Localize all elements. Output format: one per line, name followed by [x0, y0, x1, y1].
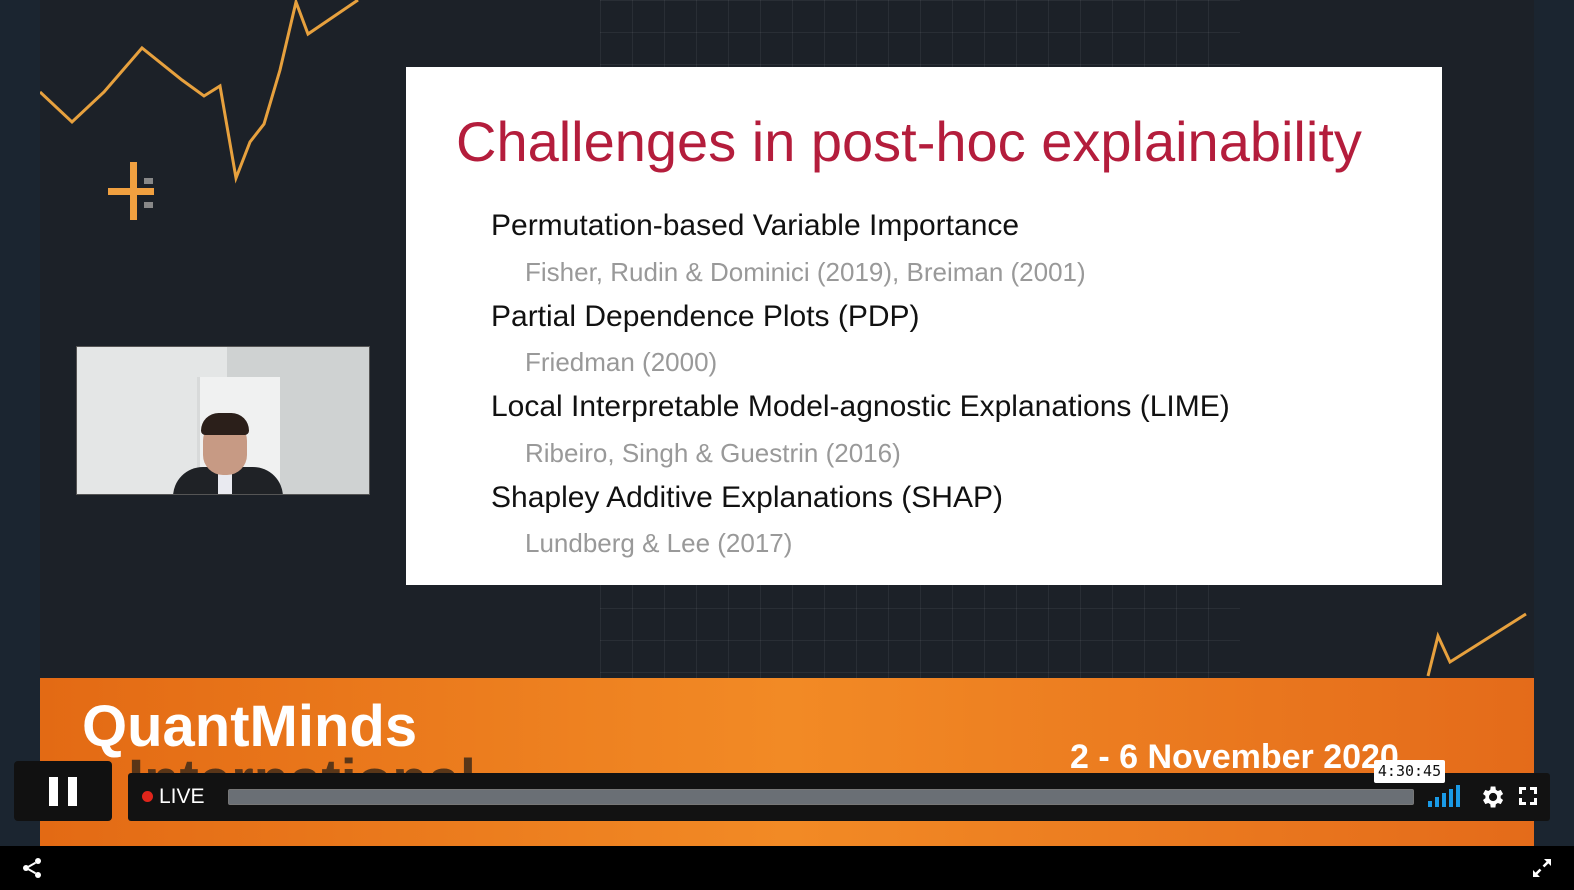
share-icon[interactable]	[20, 856, 44, 880]
slide-item-method: Permutation-based Variable Importance	[491, 209, 1020, 242]
expand-icon[interactable]	[1530, 856, 1554, 880]
progress-fill	[229, 790, 1413, 804]
gear-icon[interactable]	[1478, 783, 1506, 811]
progress-bar[interactable]	[228, 789, 1414, 805]
slide-item-reference: Ribeiro, Singh & Guestrin (2016)	[525, 438, 901, 468]
slide-title: Challenges in post-hoc explainability	[456, 110, 1362, 173]
pause-button[interactable]	[14, 761, 112, 821]
slide-item-method: Shapley Additive Explanations (SHAP)	[491, 481, 1003, 514]
pause-icon	[49, 777, 58, 806]
banner-dates: 2 - 6 November 2020	[1070, 738, 1399, 776]
live-indicator[interactable]: LIVE	[142, 785, 205, 809]
plus-logo-icon	[108, 162, 168, 222]
page-footer	[0, 846, 1574, 890]
slide-item-method: Partial Dependence Plots (PDP)	[491, 300, 920, 333]
video-stage: Challenges in post-hoc explainability Pe…	[0, 0, 1574, 846]
signal-strength-icon[interactable]	[1428, 785, 1464, 807]
speaker-webcam	[76, 346, 370, 495]
live-dot-icon	[142, 791, 153, 802]
fullscreen-icon[interactable]	[1516, 784, 1540, 808]
slide-item-reference: Lundberg & Lee (2017)	[525, 528, 793, 558]
time-tooltip: 4:30:45	[1374, 760, 1445, 783]
slide-item-reference: Friedman (2000)	[525, 347, 718, 377]
player-control-bar: LIVE	[128, 773, 1550, 821]
live-label: LIVE	[159, 785, 205, 808]
slide-item-method: Local Interpretable Model-agnostic Expla…	[491, 390, 1230, 423]
presentation-slide: Challenges in post-hoc explainability Pe…	[406, 67, 1442, 585]
slide-item-reference: Fisher, Rudin & Dominici (2019), Breiman…	[525, 257, 1086, 287]
video-frame[interactable]: Challenges in post-hoc explainability Pe…	[40, 0, 1534, 846]
